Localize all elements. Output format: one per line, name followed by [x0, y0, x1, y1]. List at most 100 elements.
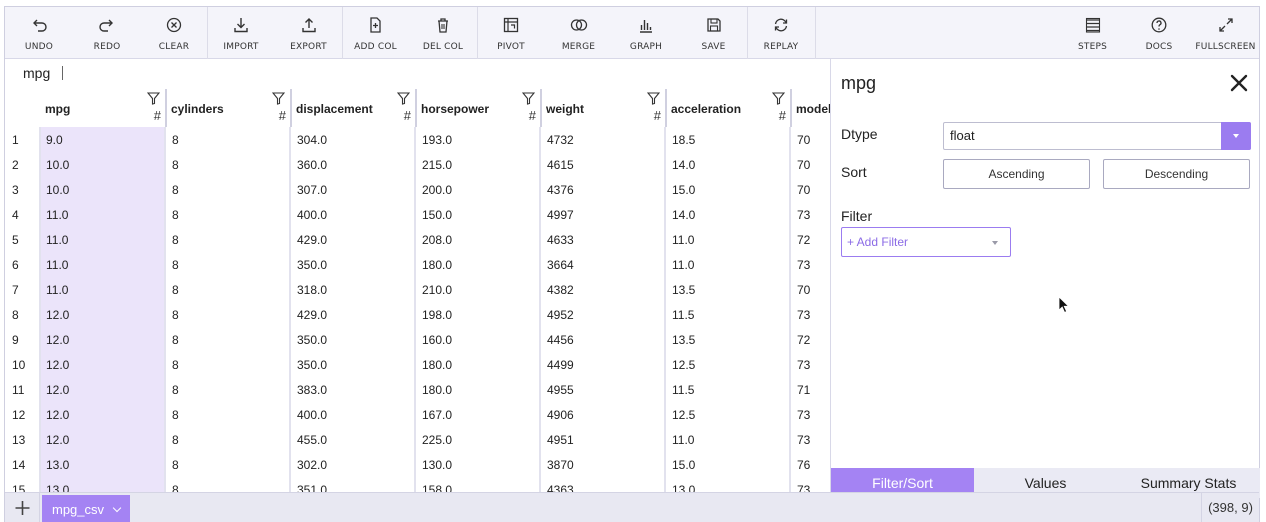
table-cell[interactable]: 4633 — [541, 227, 666, 252]
table-cell[interactable]: 14.0 — [666, 152, 791, 177]
table-cell[interactable]: 13.5 — [666, 277, 791, 302]
import-button[interactable]: IMPORT — [207, 7, 275, 59]
table-cell[interactable]: 8 — [166, 202, 291, 227]
table-cell[interactable]: 11.0 — [40, 227, 166, 252]
table-cell[interactable]: 10.0 — [40, 152, 166, 177]
table-cell[interactable]: 12.0 — [40, 402, 166, 427]
table-cell[interactable]: 302.0 — [291, 452, 416, 477]
table-name[interactable]: mpg — [23, 65, 50, 81]
table-row[interactable]: 7 11.0 8 318.0 210.0 4382 13.5 70 — [5, 277, 830, 302]
table-name-bar[interactable]: mpg — [5, 59, 830, 89]
table-row[interactable]: 6 11.0 8 350.0 180.0 3664 11.0 73 — [5, 252, 830, 277]
filter-icon[interactable] — [397, 92, 410, 105]
table-cell[interactable]: 70 — [791, 277, 830, 302]
table-cell[interactable]: 210.0 — [416, 277, 541, 302]
table-cell[interactable]: 12.5 — [666, 352, 791, 377]
table-row[interactable]: 9 12.0 8 350.0 160.0 4456 13.5 72 — [5, 327, 830, 352]
table-cell[interactable]: 70 — [791, 177, 830, 202]
filter-icon[interactable] — [147, 92, 160, 105]
table-cell[interactable]: 4499 — [541, 352, 666, 377]
table-cell[interactable]: 351.0 — [291, 477, 416, 492]
dtype-select[interactable]: float — [943, 122, 1251, 150]
column-header-acceleration[interactable]: acceleration # — [666, 89, 792, 127]
table-cell[interactable]: 350.0 — [291, 352, 416, 377]
table-cell[interactable]: 12.0 — [40, 377, 166, 402]
table-cell[interactable]: 18.5 — [666, 127, 791, 152]
table-cell[interactable]: 73 — [791, 402, 830, 427]
table-cell[interactable]: 13.0 — [40, 477, 166, 492]
table-cell[interactable]: 13.0 — [666, 477, 791, 492]
table-row[interactable]: 1 9.0 8 304.0 193.0 4732 18.5 70 — [5, 127, 830, 152]
table-cell[interactable]: 12.0 — [40, 352, 166, 377]
table-row[interactable]: 13 12.0 8 455.0 225.0 4951 11.0 73 — [5, 427, 830, 452]
save-button[interactable]: SAVE — [680, 7, 747, 59]
table-cell[interactable]: 11.0 — [666, 252, 791, 277]
table-cell[interactable]: 158.0 — [416, 477, 541, 492]
table-cell[interactable]: 72 — [791, 227, 830, 252]
table-row[interactable]: 10 12.0 8 350.0 180.0 4499 12.5 73 — [5, 352, 830, 377]
table-cell[interactable]: 10.0 — [40, 177, 166, 202]
table-cell[interactable]: 73 — [791, 427, 830, 452]
table-cell[interactable]: 70 — [791, 152, 830, 177]
table-cell[interactable]: 73 — [791, 202, 830, 227]
add-sheet-button[interactable] — [5, 493, 40, 522]
filter-icon[interactable] — [647, 92, 660, 105]
column-header-mpg[interactable]: mpg # — [40, 89, 167, 127]
table-cell[interactable]: 11.5 — [666, 302, 791, 327]
table-cell[interactable]: 11.0 — [40, 277, 166, 302]
table-cell[interactable]: 360.0 — [291, 152, 416, 177]
table-cell[interactable]: 12.0 — [40, 427, 166, 452]
table-cell[interactable]: 11.0 — [666, 227, 791, 252]
table-row[interactable]: 11 12.0 8 383.0 180.0 4955 11.5 71 — [5, 377, 830, 402]
merge-button[interactable]: MERGE — [545, 7, 612, 59]
clear-button[interactable]: CLEAR — [141, 7, 207, 59]
column-header-cylinders[interactable]: cylinders # — [166, 89, 292, 127]
table-cell[interactable]: 4382 — [541, 277, 666, 302]
table-cell[interactable]: 225.0 — [416, 427, 541, 452]
table-cell[interactable]: 76 — [791, 452, 830, 477]
table-row[interactable]: 3 10.0 8 307.0 200.0 4376 15.0 70 — [5, 177, 830, 202]
sheet-tab[interactable]: mpg_csv — [42, 495, 130, 522]
table-cell[interactable]: 15.0 — [666, 177, 791, 202]
table-cell[interactable]: 200.0 — [416, 177, 541, 202]
table-cell[interactable]: 73 — [791, 252, 830, 277]
table-row[interactable]: 5 11.0 8 429.0 208.0 4633 11.0 72 — [5, 227, 830, 252]
table-cell[interactable]: 198.0 — [416, 302, 541, 327]
table-cell[interactable]: 12.5 — [666, 402, 791, 427]
table-cell[interactable]: 400.0 — [291, 402, 416, 427]
table-cell[interactable]: 350.0 — [291, 327, 416, 352]
table-cell[interactable]: 12.0 — [40, 327, 166, 352]
table-cell[interactable]: 208.0 — [416, 227, 541, 252]
fullscreen-button[interactable]: FULLSCREEN — [1192, 7, 1259, 59]
table-cell[interactable]: 8 — [166, 352, 291, 377]
table-cell[interactable]: 4951 — [541, 427, 666, 452]
table-cell[interactable]: 71 — [791, 377, 830, 402]
table-row[interactable]: 2 10.0 8 360.0 215.0 4615 14.0 70 — [5, 152, 830, 177]
table-cell[interactable]: 429.0 — [291, 227, 416, 252]
chevron-down-icon[interactable] — [1221, 122, 1251, 150]
table-cell[interactable]: 11.0 — [40, 202, 166, 227]
table-cell[interactable]: 8 — [166, 452, 291, 477]
column-header-weight[interactable]: weight # — [541, 89, 667, 127]
redo-button[interactable]: REDO — [73, 7, 141, 59]
table-cell[interactable]: 215.0 — [416, 152, 541, 177]
table-cell[interactable]: 8 — [166, 177, 291, 202]
table-cell[interactable]: 429.0 — [291, 302, 416, 327]
table-cell[interactable]: 180.0 — [416, 252, 541, 277]
add-col-button[interactable]: ADD COL — [342, 7, 409, 59]
table-cell[interactable]: 4952 — [541, 302, 666, 327]
table-cell[interactable]: 15.0 — [666, 452, 791, 477]
steps-button[interactable]: STEPS — [1059, 7, 1126, 59]
table-cell[interactable]: 4997 — [541, 202, 666, 227]
table-cell[interactable]: 8 — [166, 427, 291, 452]
table-cell[interactable]: 11.0 — [666, 427, 791, 452]
table-cell[interactable]: 4363 — [541, 477, 666, 492]
table-cell[interactable]: 350.0 — [291, 252, 416, 277]
table-cell[interactable]: 4906 — [541, 402, 666, 427]
table-cell[interactable]: 4456 — [541, 327, 666, 352]
table-cell[interactable]: 180.0 — [416, 352, 541, 377]
table-cell[interactable]: 304.0 — [291, 127, 416, 152]
table-row[interactable]: 12 12.0 8 400.0 167.0 4906 12.5 73 — [5, 402, 830, 427]
table-cell[interactable]: 14.0 — [666, 202, 791, 227]
filter-icon[interactable] — [772, 92, 785, 105]
